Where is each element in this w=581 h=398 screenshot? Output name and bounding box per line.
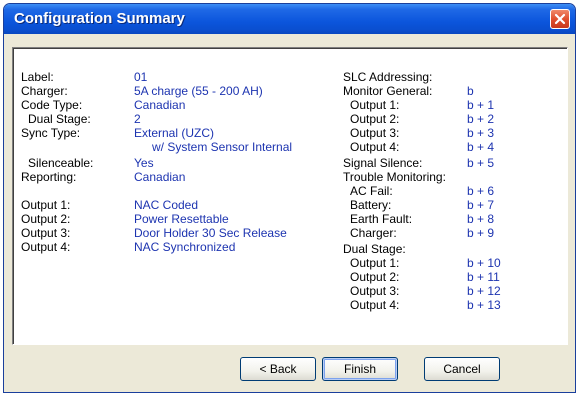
row-label: Output 1: [350, 98, 400, 112]
row-label: Output 4: [350, 140, 400, 154]
row-value: b [467, 84, 474, 98]
window-title: Configuration Summary [14, 10, 185, 27]
row-value: Yes [134, 156, 154, 170]
row-value: b + 11 [467, 270, 500, 284]
row-label: Trouble Monitoring: [343, 170, 446, 184]
row-label: Battery: [350, 198, 392, 212]
row-value: 01 [134, 70, 148, 84]
row-label: Signal Silence: [343, 156, 423, 170]
row-value: NAC Synchronized [134, 240, 236, 254]
row-label: Output 3: [350, 284, 400, 298]
row-value: b + 12 [467, 284, 501, 298]
row-value: 2 [134, 112, 141, 126]
row-value: w/ System Sensor Internal [152, 140, 293, 154]
row-value: b + 2 [467, 112, 495, 126]
button-bar: < Back Finish Cancel [4, 357, 575, 387]
cancel-button[interactable]: Cancel [424, 357, 500, 381]
row-value: NAC Coded [134, 198, 199, 212]
row-value: External (UZC) [134, 126, 215, 140]
row-label: Label: [21, 70, 54, 84]
summary-panel: Label: 01 Charger: 5A charge (55 - 200 A… [12, 47, 568, 345]
row-value: Power Resettable [134, 212, 229, 226]
row-value: b + 4 [467, 140, 495, 154]
row-label: Code Type: [21, 98, 83, 112]
back-button[interactable]: < Back [240, 357, 316, 381]
row-value: b + 1 [467, 98, 495, 112]
title-bar[interactable]: Configuration Summary [4, 4, 575, 34]
row-value: b + 8 [467, 212, 495, 226]
row-value: b + 13 [467, 298, 501, 312]
row-label: Output 2: [350, 270, 400, 284]
row-label: Output 3: [21, 226, 71, 240]
row-label: Output 2: [21, 212, 71, 226]
row-label: Earth Fault: [350, 212, 413, 226]
row-label: Output 2: [350, 112, 400, 126]
row-value: Canadian [134, 98, 186, 112]
row-value: b + 5 [467, 156, 495, 170]
row-label: Dual Stage: [28, 112, 91, 126]
row-value: b + 10 [467, 256, 501, 270]
row-label: Output 1: [21, 198, 71, 212]
row-label: SLC Addressing: [343, 70, 433, 84]
row-label: Sync Type: [21, 126, 81, 140]
row-label: Output 4: [350, 298, 400, 312]
row-label: Silenceable: [28, 156, 94, 170]
close-button[interactable] [550, 9, 570, 29]
row-value: b + 6 [467, 184, 495, 198]
row-value: b + 9 [467, 226, 495, 240]
row-label: Dual Stage: [343, 242, 406, 256]
row-value: b + 3 [467, 126, 495, 140]
row-value: Door Holder 30 Sec Release [134, 226, 287, 240]
row-label: Output 4: [21, 240, 71, 254]
close-icon [554, 13, 566, 25]
row-label: AC Fail: [350, 184, 393, 198]
dialog-window: Configuration Summary Label: 01 Charger:… [3, 3, 576, 393]
row-label: Reporting: [21, 170, 77, 184]
finish-button[interactable]: Finish [322, 357, 398, 381]
row-value: b + 7 [467, 198, 495, 212]
row-value: 5A charge (55 - 200 AH) [134, 84, 263, 98]
row-label: Output 3: [350, 126, 400, 140]
row-value: Canadian [134, 170, 186, 184]
row-label: Monitor General: [343, 84, 433, 98]
row-label: Output 1: [350, 256, 400, 270]
row-label: Charger: [21, 84, 68, 98]
row-label: Charger: [350, 226, 397, 240]
